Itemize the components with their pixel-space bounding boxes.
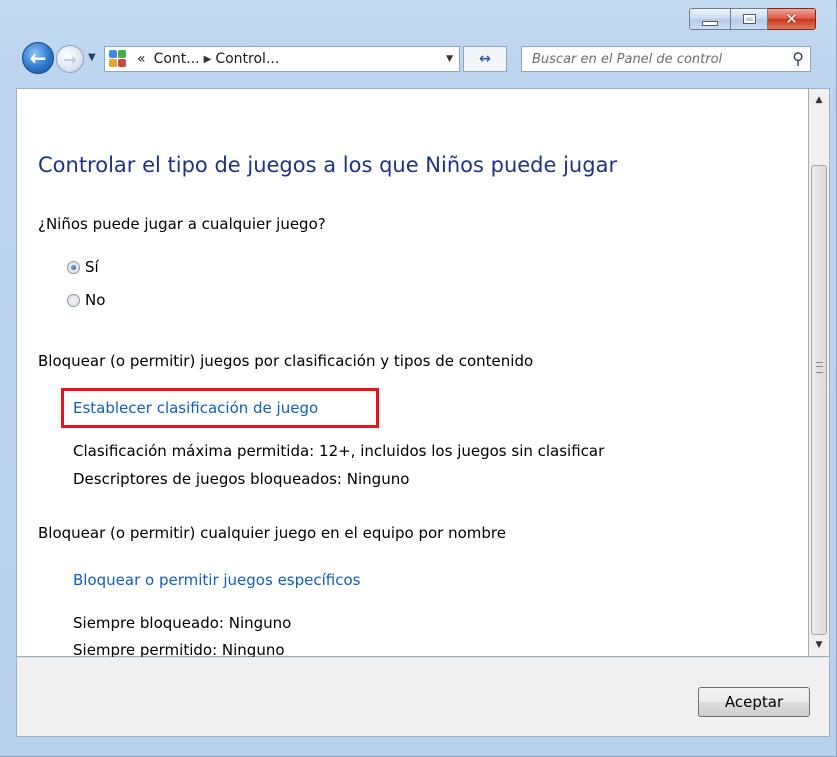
back-button[interactable]: ← <box>22 42 54 74</box>
max-rating-value: 12+, incluidos los juegos sin clasificar <box>319 442 605 460</box>
refresh-button[interactable]: ↔ <box>463 46 507 72</box>
recent-pages-dropdown-icon[interactable]: ▼ <box>88 52 96 63</box>
search-input[interactable] <box>522 47 778 71</box>
vertical-scrollbar[interactable]: ▲ ▼ <box>808 88 830 657</box>
window-controls: ✕ <box>689 8 816 30</box>
radio-option-yes[interactable]: Sí <box>67 258 99 276</box>
close-button[interactable]: ✕ <box>768 8 816 30</box>
always-blocked-line: Siempre bloqueado: Ninguno <box>73 614 291 632</box>
breadcrumb-overflow[interactable]: « <box>137 51 146 67</box>
page-title: Controlar el tipo de juegos a los que Ni… <box>38 153 618 177</box>
window-frame: ✕ ← → ▼ « Cont... ▶ Control... ▼ ↔ Busca… <box>0 0 837 757</box>
max-rating-line: Clasificación máxima permitida: 12+, inc… <box>73 442 604 460</box>
forward-button[interactable]: → <box>56 45 84 73</box>
scroll-down-icon[interactable]: ▼ <box>809 634 829 656</box>
scroll-up-icon[interactable]: ▲ <box>809 89 829 111</box>
back-arrow-icon: ← <box>29 46 47 70</box>
navigation-bar: ← → ▼ « Cont... ▶ Control... ▼ ↔ Buscar … <box>0 40 837 80</box>
maximize-button[interactable] <box>731 8 768 30</box>
radio-option-no[interactable]: No <box>67 291 105 309</box>
maximize-icon <box>742 14 756 24</box>
always-blocked-label: Siempre bloqueado: <box>73 614 224 632</box>
breadcrumb-item-control-panel[interactable]: Cont... <box>154 51 200 67</box>
refresh-icon: ↔ <box>479 51 491 67</box>
address-dropdown-icon[interactable]: ▼ <box>446 54 453 64</box>
breadcrumb: « Cont... ▶ Control... <box>133 51 283 67</box>
control-panel-icon <box>109 50 127 68</box>
search-icon[interactable]: ⚲ <box>792 49 804 68</box>
minimize-icon <box>702 20 718 26</box>
radio-yes[interactable] <box>67 260 80 274</box>
breadcrumb-item-control[interactable]: Control... <box>215 51 279 67</box>
scrollbar-grip-icon <box>816 362 823 373</box>
main-content: Controlar el tipo de juegos a los que Ni… <box>16 88 808 659</box>
blocked-descriptors-line: Descriptores de juegos bloqueados: Ningu… <box>73 470 409 488</box>
close-icon: ✕ <box>785 9 798 28</box>
breadcrumb-separator-icon[interactable]: ▶ <box>204 54 212 65</box>
radio-yes-label[interactable]: Sí <box>85 258 99 276</box>
blocked-descriptors-value: Ninguno <box>346 470 410 488</box>
address-bar[interactable]: « Cont... ▶ Control... ▼ <box>104 46 460 72</box>
max-rating-label: Clasificación máxima permitida: <box>73 442 315 460</box>
ok-button[interactable]: Aceptar <box>698 687 810 717</box>
forward-arrow-icon: → <box>63 49 77 69</box>
scrollbar-thumb[interactable] <box>811 165 827 635</box>
set-game-rating-link[interactable]: Establecer clasificación de juego <box>73 399 318 417</box>
minimize-button[interactable] <box>689 8 731 30</box>
radio-no[interactable] <box>67 293 80 307</box>
radio-no-label[interactable]: No <box>85 291 105 309</box>
block-allow-specific-games-link[interactable]: Bloquear o permitir juegos específicos <box>73 571 360 589</box>
always-blocked-value: Ninguno <box>228 614 292 632</box>
section-name-heading: Bloquear (o permitir) cualquier juego en… <box>38 524 507 542</box>
blocked-descriptors-label: Descriptores de juegos bloqueados: <box>73 470 342 488</box>
search-box: ⚲ <box>521 46 811 72</box>
footer-bar: Aceptar <box>16 657 830 737</box>
allow-all-games-question: ¿Niños puede jugar a cualquier juego? <box>38 215 326 233</box>
section-rating-heading: Bloquear (o permitir) juegos por clasifi… <box>38 352 534 370</box>
